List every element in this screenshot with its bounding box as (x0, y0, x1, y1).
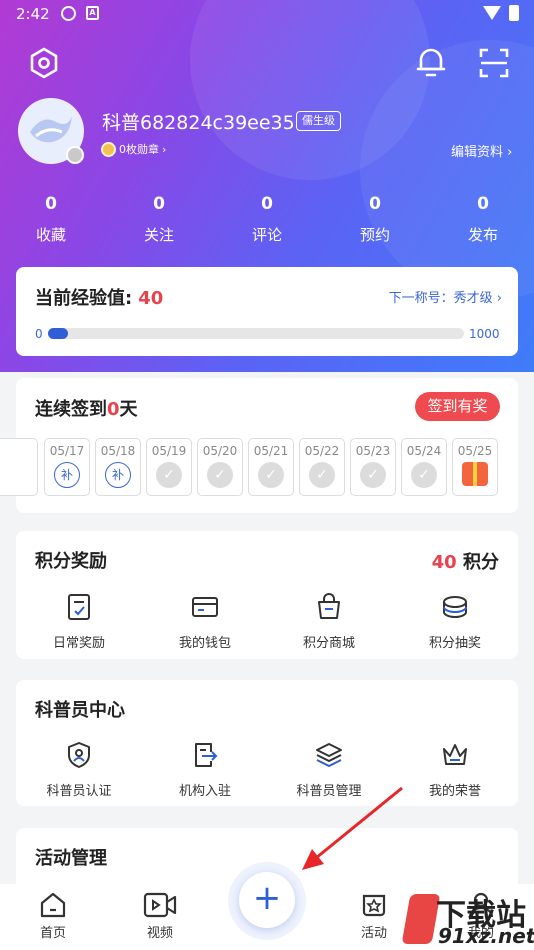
watermark-logo (401, 894, 441, 944)
watermark: 下载站 91xz.net (401, 888, 534, 950)
watermark-line2: 91xz.net (438, 924, 534, 948)
annotation-arrow (302, 786, 403, 870)
